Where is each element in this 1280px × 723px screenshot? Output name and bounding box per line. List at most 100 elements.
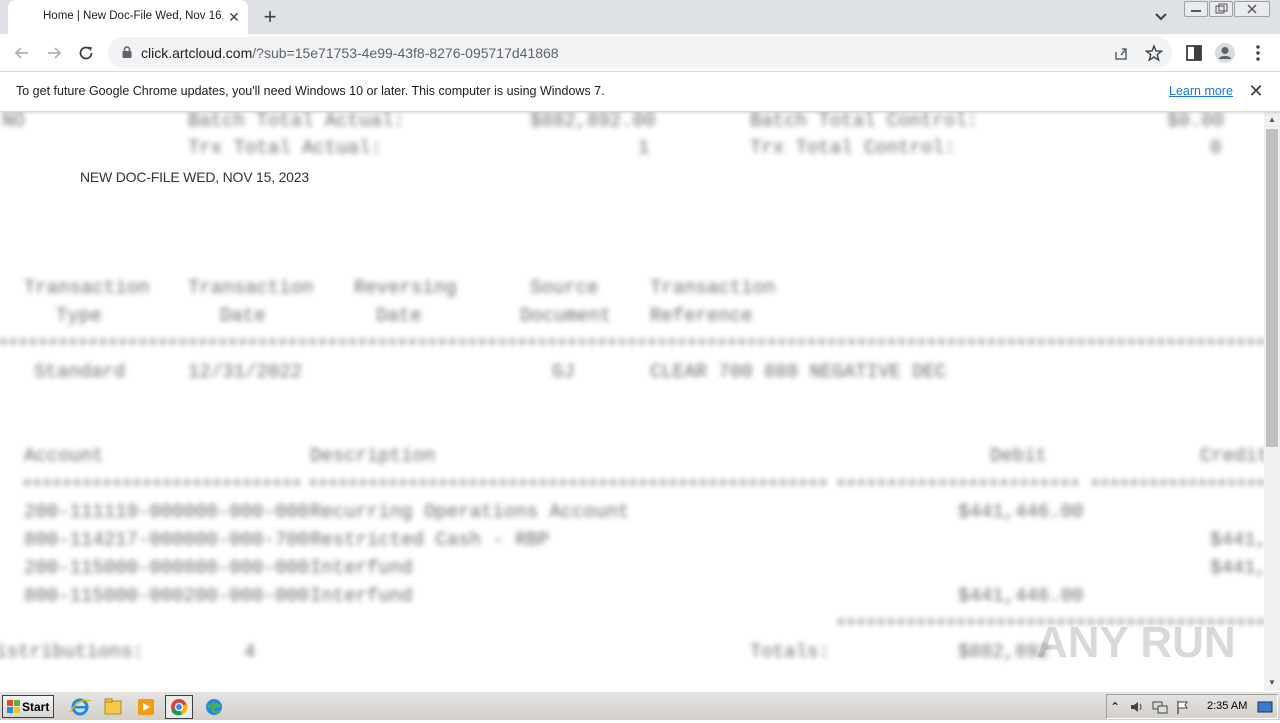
taskbar-clock[interactable]: 2:35 AM <box>1207 700 1247 712</box>
chrome-taskbar-button[interactable] <box>165 695 193 719</box>
windows-logo-icon <box>7 700 20 713</box>
blurred-text: $0.00 <box>1167 112 1225 132</box>
blurred-text: Restricted Cash - RBP <box>310 529 550 551</box>
blurred-text: Transaction <box>650 277 776 299</box>
blurred-text: $882,892.00 <box>530 112 656 132</box>
blurred-text: Transaction <box>24 277 150 299</box>
blurred-text: Description <box>310 445 436 467</box>
blurred-text: GJ <box>552 361 575 383</box>
blurred-document-image: NO Batch Total Actual: $882,892.00 Batch… <box>0 112 1264 691</box>
new-tab-button[interactable]: + <box>258 6 282 30</box>
watermark-text: ANY RUN <box>1036 618 1236 667</box>
volume-icon[interactable] <box>1129 699 1145 715</box>
menu-kebab-icon[interactable] <box>1247 42 1269 64</box>
system-tray: ⌃ <box>1106 694 1278 719</box>
blurred-text: Trx Total Actual: <box>188 137 382 159</box>
blurred-text: 200-115000-000800-000-000 <box>24 557 310 579</box>
bookmark-star-icon[interactable] <box>1145 44 1163 62</box>
blurred-text: $441,446.00 <box>958 501 1084 523</box>
blurred-text: Interfund <box>310 585 413 607</box>
blurred-text: 0 <box>1210 137 1222 159</box>
blurred-text: NO <box>2 112 25 132</box>
close-window-button[interactable] <box>1234 1 1270 17</box>
browser-toolbar: click.artcloud.com/?sub=15e71753-4e99-43… <box>0 34 1280 72</box>
network-icon[interactable] <box>1152 699 1168 715</box>
blurred-text: Batch Total Actual: <box>188 112 405 132</box>
scroll-up-arrow-icon[interactable]: ▲ <box>1264 112 1280 128</box>
lock-icon[interactable] <box>120 45 134 59</box>
blurred-text: 12/31/2022 <box>188 361 303 383</box>
blurred-text: $441, <box>1210 557 1264 579</box>
blurred-text: Distributions: <box>0 641 144 663</box>
url-text[interactable]: click.artcloud.com/?sub=15e71753-4e99-43… <box>141 45 559 61</box>
blurred-text: Interfund <box>310 557 413 579</box>
update-infobar: To get future Google Chrome updates, you… <box>0 72 1280 112</box>
forward-arrow-icon[interactable] <box>43 42 65 64</box>
blurred-text: Trx Total Control: <box>750 137 956 159</box>
infobar-close-icon[interactable]: ✕ <box>1247 82 1265 100</box>
document-heading: NEW DOC-FILE WED, NOV 15, 2023 <box>80 169 309 185</box>
chrome-icon <box>171 699 188 716</box>
back-arrow-icon[interactable] <box>11 42 33 64</box>
tab-title: Home | New Doc-File Wed, Nov 16, 2 <box>43 10 223 22</box>
start-label: Start <box>22 700 50 714</box>
tab-strip: Home | New Doc-File Wed, Nov 16, 2 ✕ + <box>0 0 1280 34</box>
blurred-text: 800-115000-000200-000-000 <box>24 585 310 607</box>
dashed-separator <box>1092 480 1264 485</box>
blurred-text: Standard <box>34 361 126 383</box>
anyrun-watermark: ANY RUN <box>1036 612 1264 682</box>
show-desktop-icon[interactable] <box>1257 699 1273 715</box>
scrollbar-thumb[interactable] <box>1266 129 1278 447</box>
blurred-text: 1 <box>638 137 650 159</box>
blurred-text: 4 <box>244 641 256 663</box>
minimize-button[interactable] <box>1184 1 1208 17</box>
address-bar[interactable]: click.artcloud.com/?sub=15e71753-4e99-43… <box>108 37 1172 68</box>
blurred-text: Debit <box>990 445 1048 467</box>
start-button[interactable]: Start <box>2 695 54 718</box>
blurred-text: Type <box>56 305 102 327</box>
infobar-message: To get future Google Chrome updates, you… <box>16 84 605 98</box>
action-center-flag-icon[interactable] <box>1175 699 1191 715</box>
tab-search-chevron-icon[interactable] <box>1150 8 1172 26</box>
blurred-text: Date <box>220 305 266 327</box>
dashed-separator <box>0 339 1264 344</box>
blurred-text: Batch Total Control: <box>750 112 979 132</box>
url-path: /?sub=15e71753-4e99-43f8-8276-095717d418… <box>252 45 559 61</box>
page-favicon-icon <box>22 10 38 26</box>
blurred-text: Account <box>24 445 104 467</box>
blurred-text: Document <box>520 305 612 327</box>
blurred-text: CLEAR 700 888 NEGATIVE DEC <box>650 361 947 383</box>
blurred-text: Reference <box>650 305 753 327</box>
blurred-text: Totals: <box>750 641 830 663</box>
blurred-text: Source <box>530 277 599 299</box>
blurred-text: Date <box>376 305 422 327</box>
internet-explorer-icon[interactable] <box>66 695 94 719</box>
profile-avatar-icon[interactable] <box>1214 42 1236 64</box>
file-explorer-icon[interactable] <box>99 695 127 719</box>
edge-icon[interactable] <box>200 695 228 719</box>
blurred-text: 200-111119-000000-000-000 <box>24 501 310 523</box>
dashed-separator <box>24 480 300 485</box>
media-player-icon[interactable] <box>132 695 160 719</box>
reload-icon[interactable] <box>75 42 97 64</box>
blurred-text: Reversing <box>354 277 457 299</box>
vertical-scrollbar[interactable]: ▲ ▼ <box>1264 112 1280 691</box>
learn-more-link[interactable]: Learn more <box>1169 84 1233 98</box>
blurred-text: $441,446.00 <box>958 585 1084 607</box>
dashed-separator <box>310 480 826 485</box>
blurred-text: Credit <box>1200 445 1264 467</box>
page-content: NO Batch Total Actual: $882,892.00 Batch… <box>0 112 1264 691</box>
windows-taskbar: Start ⌃ 2:35 AM <box>0 691 1280 720</box>
show-hidden-icons-chevron-icon[interactable]: ⌃ <box>1110 699 1126 715</box>
blurred-text: Recurring Operations Account <box>310 501 630 523</box>
blurred-text: Transaction <box>188 277 314 299</box>
share-icon[interactable] <box>1112 44 1130 62</box>
blurred-text: 800-114217-000000-000-700 <box>24 529 310 551</box>
dashed-separator <box>838 480 1078 485</box>
side-panel-icon[interactable] <box>1183 42 1205 64</box>
tab-close-icon[interactable]: ✕ <box>226 9 242 25</box>
restore-button[interactable] <box>1209 1 1233 17</box>
tab-home[interactable]: Home | New Doc-File Wed, Nov 16, 2 ✕ <box>8 0 248 34</box>
blurred-text: $441, <box>1210 529 1264 551</box>
scroll-down-arrow-icon[interactable]: ▼ <box>1264 675 1280 691</box>
